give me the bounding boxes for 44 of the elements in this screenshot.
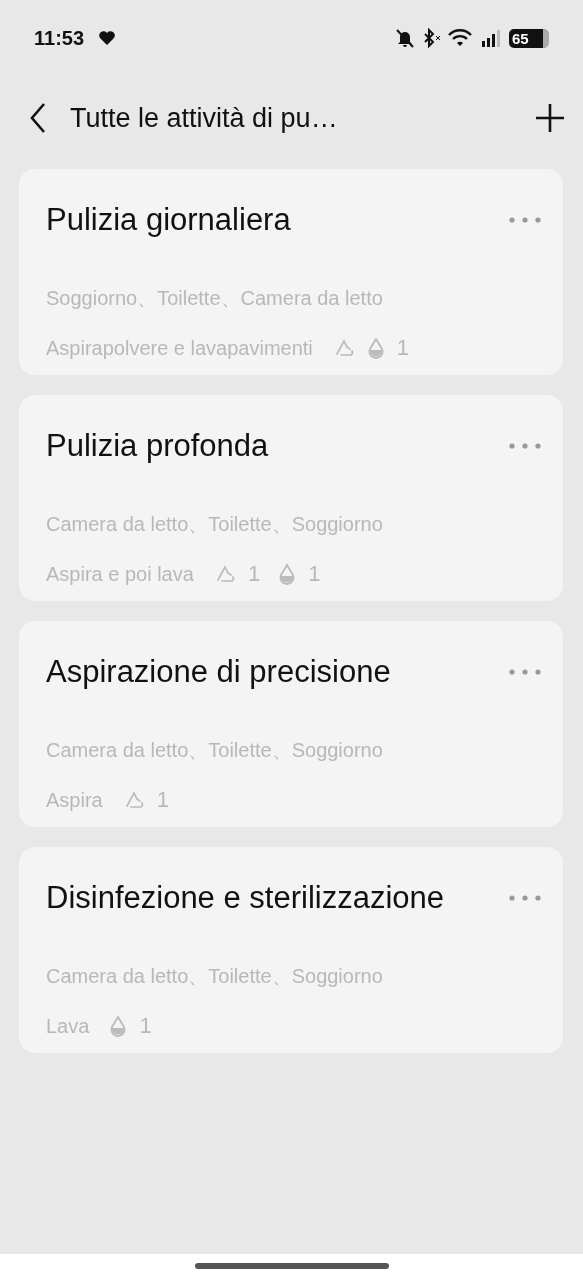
setting-value: 1 xyxy=(156,787,169,813)
add-button[interactable] xyxy=(535,103,565,133)
setting-value: 1 xyxy=(139,1013,152,1039)
task-title: Pulizia profonda xyxy=(46,428,269,464)
cleaning-mode: Lava xyxy=(46,1014,90,1038)
setting-value: 1 xyxy=(308,561,321,587)
task-card[interactable]: Pulizia giornaliera Soggiorno、Toilette、Camera da letto Aspirapolvere e lavapavimenti 1 xyxy=(19,169,563,375)
more-icon xyxy=(509,443,541,449)
heart-icon xyxy=(98,30,117,46)
water-drop-icon xyxy=(366,337,385,359)
task-title: Disinfezione e sterilizzazione xyxy=(46,880,445,916)
task-title: Aspirazione di precisione xyxy=(46,654,391,690)
back-icon xyxy=(30,103,46,133)
room-list: Camera da letto、Toilette、Soggiorno xyxy=(46,511,541,535)
cleaning-mode: Aspirapolvere e lavapavimenti xyxy=(46,336,313,360)
signal-icon xyxy=(481,28,503,48)
water-drop-icon xyxy=(278,563,297,585)
more-icon xyxy=(509,669,541,675)
more-button[interactable] xyxy=(509,669,541,675)
page-title: Tutte le attività di pu… xyxy=(70,102,339,134)
task-card[interactable]: Pulizia profonda Camera da letto、Toilette、Soggiorno Aspira e poi lava 1 1 xyxy=(19,395,563,601)
room-list: Soggiorno、Toilette、Camera da letto xyxy=(46,285,541,309)
cleaning-mode: Aspira e poi lava xyxy=(46,562,194,586)
battery-indicator: 65 xyxy=(509,28,549,48)
more-button[interactable] xyxy=(509,443,541,449)
setting-value: 1 xyxy=(247,561,261,587)
water-drop-icon xyxy=(109,1015,128,1037)
wifi-icon xyxy=(447,28,475,48)
bluetooth-icon xyxy=(421,28,441,48)
task-card[interactable]: Disinfezione e sterilizzazione Camera da letto、Toilette、Soggiorno Lava 1 xyxy=(19,847,563,1053)
room-list: Camera da letto、Toilette、Soggiorno xyxy=(46,963,541,987)
more-icon xyxy=(509,895,541,901)
room-list: Camera da letto、Toilette、Soggiorno xyxy=(46,737,541,761)
more-button[interactable] xyxy=(509,895,541,901)
cleaning-mode: Aspira xyxy=(46,788,103,812)
setting-value: 1 xyxy=(396,335,410,361)
plus-icon xyxy=(535,103,565,133)
back-button[interactable] xyxy=(30,103,46,133)
clock-time: 11:53 xyxy=(34,26,85,50)
task-title: Pulizia giornaliera xyxy=(46,202,291,238)
muted-bell-icon xyxy=(395,28,415,48)
more-button[interactable] xyxy=(509,217,541,223)
more-icon xyxy=(509,217,541,223)
task-card[interactable]: Aspirazione di precisione Camera da letto、Toilette、Soggiorno Aspira 1 xyxy=(19,621,563,827)
